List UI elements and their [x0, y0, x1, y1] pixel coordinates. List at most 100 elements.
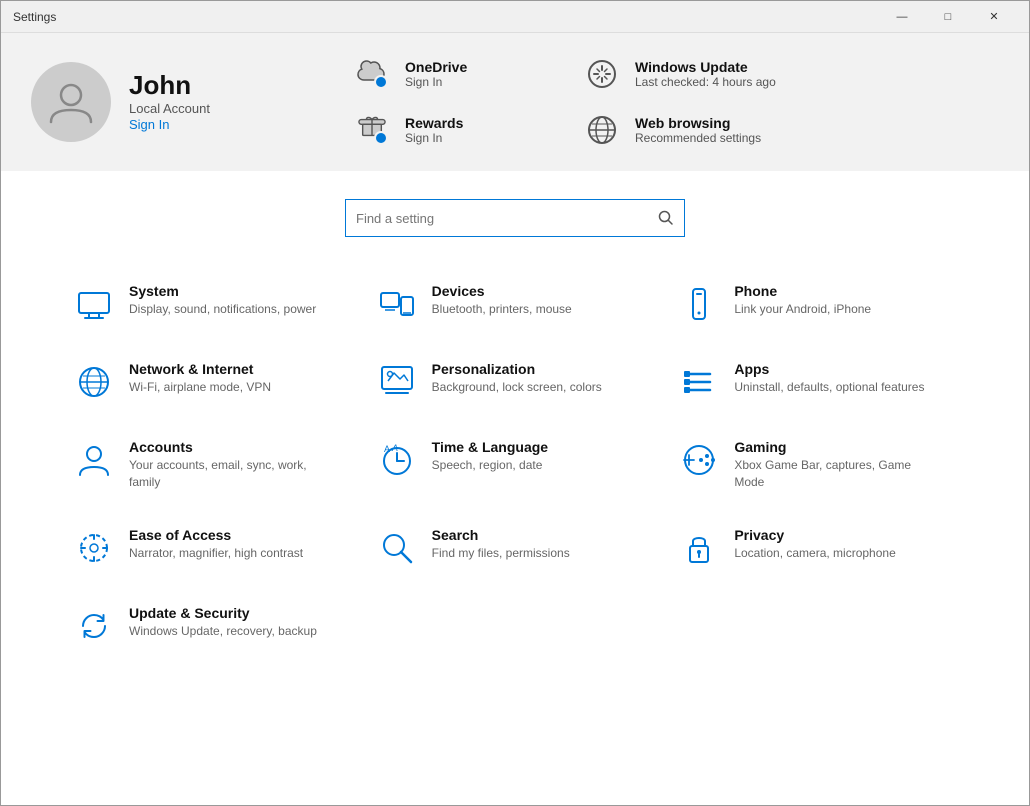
search-settings-title: Search [432, 527, 570, 543]
gaming-desc: Xbox Game Bar, captures, Game Mode [734, 457, 934, 491]
update-title: Update & Security [129, 605, 317, 621]
rewards-name: Rewards [405, 115, 463, 131]
settings-item-ease[interactable]: Ease of Access Narrator, magnifier, high… [61, 509, 364, 587]
accounts-text: Accounts Your accounts, email, sync, wor… [129, 439, 329, 491]
apps-icon [678, 361, 720, 403]
settings-item-apps[interactable]: Apps Uninstall, defaults, optional featu… [666, 343, 969, 421]
ease-icon [73, 527, 115, 569]
privacy-title: Privacy [734, 527, 895, 543]
update-text: Update & Security Windows Update, recove… [129, 605, 317, 640]
personalization-text: Personalization Background, lock screen,… [432, 361, 602, 396]
privacy-text: Privacy Location, camera, microphone [734, 527, 895, 562]
windows-update-icon [581, 53, 623, 95]
settings-item-personalization[interactable]: Personalization Background, lock screen,… [364, 343, 667, 421]
search-settings-text: Search Find my files, permissions [432, 527, 570, 562]
minimize-button[interactable]: — [879, 1, 925, 33]
settings-item-accounts[interactable]: Accounts Your accounts, email, sync, wor… [61, 421, 364, 509]
system-icon [73, 283, 115, 325]
web-browsing-action: Recommended settings [635, 131, 761, 145]
settings-item-network[interactable]: Network & Internet Wi-Fi, airplane mode,… [61, 343, 364, 421]
devices-text: Devices Bluetooth, printers, mouse [432, 283, 572, 318]
profile-left: John Local Account Sign In [31, 62, 311, 142]
update-icon [73, 605, 115, 647]
time-icon: A A [376, 439, 418, 481]
sign-in-link[interactable]: Sign In [129, 117, 169, 132]
search-box [345, 199, 685, 237]
search-area [1, 171, 1029, 255]
devices-icon [376, 283, 418, 325]
network-desc: Wi-Fi, airplane mode, VPN [129, 379, 271, 396]
avatar-icon [46, 77, 96, 127]
settings-item-devices[interactable]: Devices Bluetooth, printers, mouse [364, 265, 667, 343]
profile-services: OneDrive Sign In [351, 53, 999, 151]
onedrive-text: OneDrive Sign In [405, 59, 467, 89]
personalization-title: Personalization [432, 361, 602, 377]
settings-item-update[interactable]: Update & Security Windows Update, recove… [61, 587, 364, 665]
onedrive-name: OneDrive [405, 59, 467, 75]
gaming-title: Gaming [734, 439, 934, 455]
network-text: Network & Internet Wi-Fi, airplane mode,… [129, 361, 271, 396]
window-controls: — □ ✕ [879, 1, 1017, 33]
title-bar: Settings — □ ✕ [1, 1, 1029, 33]
network-title: Network & Internet [129, 361, 271, 377]
svg-text:A: A [391, 443, 398, 453]
windows-update-name: Windows Update [635, 59, 776, 75]
profile-name: John [129, 70, 210, 101]
profile-info: John Local Account Sign In [129, 70, 210, 134]
onedrive-action: Sign In [405, 75, 467, 89]
web-browsing-text: Web browsing Recommended settings [635, 115, 761, 145]
settings-item-gaming[interactable]: Gaming Xbox Game Bar, captures, Game Mod… [666, 421, 969, 509]
system-text: System Display, sound, notifications, po… [129, 283, 316, 318]
personalization-desc: Background, lock screen, colors [432, 379, 602, 396]
phone-text: Phone Link your Android, iPhone [734, 283, 871, 318]
ease-desc: Narrator, magnifier, high contrast [129, 545, 303, 562]
accounts-desc: Your accounts, email, sync, work, family [129, 457, 329, 491]
search-icon [658, 210, 674, 226]
maximize-button[interactable]: □ [925, 1, 971, 33]
onedrive-icon [351, 53, 393, 95]
time-title: Time & Language [432, 439, 548, 455]
settings-item-privacy[interactable]: Privacy Location, camera, microphone [666, 509, 969, 587]
apps-desc: Uninstall, defaults, optional features [734, 379, 924, 396]
time-desc: Speech, region, date [432, 457, 548, 474]
avatar [31, 62, 111, 142]
service-column-right: Windows Update Last checked: 4 hours ago… [581, 53, 781, 151]
settings-grid: System Display, sound, notifications, po… [1, 255, 1029, 675]
phone-icon [678, 283, 720, 325]
close-button[interactable]: ✕ [971, 1, 1017, 33]
settings-item-search[interactable]: Search Find my files, permissions [364, 509, 667, 587]
ease-text: Ease of Access Narrator, magnifier, high… [129, 527, 303, 562]
web-browsing-name: Web browsing [635, 115, 761, 131]
web-browsing-service[interactable]: Web browsing Recommended settings [581, 109, 781, 151]
system-desc: Display, sound, notifications, power [129, 301, 316, 318]
web-browsing-icon [581, 109, 623, 151]
service-column-left: OneDrive Sign In [351, 53, 551, 151]
svg-text:A: A [384, 444, 390, 454]
gaming-text: Gaming Xbox Game Bar, captures, Game Mod… [734, 439, 934, 491]
settings-item-system[interactable]: System Display, sound, notifications, po… [61, 265, 364, 343]
accounts-title: Accounts [129, 439, 329, 455]
onedrive-service[interactable]: OneDrive Sign In [351, 53, 551, 95]
rewards-icon [351, 109, 393, 151]
account-type: Local Account [129, 101, 210, 116]
app-title: Settings [13, 10, 879, 24]
time-text: Time & Language Speech, region, date [432, 439, 548, 474]
privacy-icon [678, 527, 720, 569]
settings-item-time[interactable]: A A Time & Language Speech, region, date [364, 421, 667, 509]
privacy-desc: Location, camera, microphone [734, 545, 895, 562]
windows-update-action: Last checked: 4 hours ago [635, 75, 776, 89]
windows-update-service[interactable]: Windows Update Last checked: 4 hours ago [581, 53, 781, 95]
gaming-icon [678, 439, 720, 481]
apps-text: Apps Uninstall, defaults, optional featu… [734, 361, 924, 396]
search-input[interactable] [356, 211, 658, 226]
rewards-action: Sign In [405, 131, 463, 145]
devices-desc: Bluetooth, printers, mouse [432, 301, 572, 318]
settings-item-phone[interactable]: Phone Link your Android, iPhone [666, 265, 969, 343]
network-icon [73, 361, 115, 403]
accounts-icon [73, 439, 115, 481]
profile-header: John Local Account Sign In OneDrive [1, 33, 1029, 171]
rewards-service[interactable]: Rewards Sign In [351, 109, 551, 151]
phone-desc: Link your Android, iPhone [734, 301, 871, 318]
ease-title: Ease of Access [129, 527, 303, 543]
windows-update-text: Windows Update Last checked: 4 hours ago [635, 59, 776, 89]
